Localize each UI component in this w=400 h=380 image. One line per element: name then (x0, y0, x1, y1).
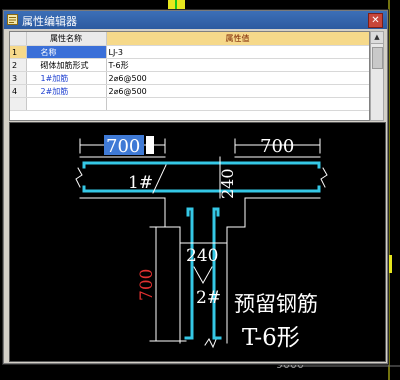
scroll-up-icon: ▲ (374, 33, 380, 41)
scroll-thumb[interactable] (372, 47, 383, 69)
rebar-1-label: 1# (128, 173, 153, 193)
property-value-cell[interactable]: T-6形 (106, 58, 369, 72)
dim-label-stem-thickness: 240 (186, 246, 218, 266)
table-row[interactable]: 2 砌体加筋形式 T-6形 (10, 58, 369, 72)
grid-header-row: 属性名称 属性值 (10, 32, 369, 46)
property-value-cell[interactable]: 2⌀6@500 (106, 84, 369, 98)
rebar-1-top (82, 161, 321, 169)
table-row[interactable] (10, 97, 369, 111)
rebar-2-right (212, 207, 222, 340)
scroll-up-button[interactable]: ▲ (371, 32, 383, 44)
dialog-title: 属性编辑器 (22, 15, 77, 28)
row-index: 4 (10, 84, 27, 98)
property-name-cell[interactable]: 2#加筋 (26, 84, 107, 98)
row-index (10, 97, 27, 111)
dim-label-vertical: 700 (137, 269, 157, 301)
break-mark-left (75, 167, 83, 188)
rebar-drawing: 700 700 240 240 700 1# 2# 预留钢筋 T-6形 (75, 135, 328, 351)
property-editor-icon (7, 14, 18, 25)
close-button[interactable]: ✕ (368, 13, 383, 28)
property-value-cell[interactable] (106, 97, 369, 111)
row-index: 1 (10, 45, 27, 59)
property-name-cell[interactable]: 砌体加筋形式 (26, 58, 107, 72)
property-name-cell[interactable]: 名称 (26, 45, 107, 59)
property-name-cell[interactable] (26, 97, 107, 111)
wall-outline-bottom-left (79, 197, 181, 228)
rebar-preview-panel: 700 700 240 240 700 1# 2# 预留钢筋 T-6形 (9, 122, 386, 362)
rebar-2-label: 2# (196, 288, 221, 308)
leader-bar-2 (193, 266, 213, 285)
rebar-1-bottom (82, 185, 321, 193)
dim-label-top-left[interactable]: 700 (106, 136, 140, 157)
caption-title: 预留钢筋 (234, 292, 318, 316)
close-icon: ✕ (371, 15, 380, 26)
wall-outline-bottom-right (226, 197, 321, 228)
row-index: 2 (10, 58, 27, 72)
property-editor-dialog: 属性编辑器 ✕ 属性名称 属性值 1 名称 LJ-3 2 砌体加筋形式 T-6形 (3, 10, 388, 364)
header-property-value[interactable]: 属性值 (106, 32, 369, 46)
dim-edit-cursor (146, 136, 154, 154)
header-index (10, 32, 27, 46)
leader-bar-1 (152, 164, 167, 194)
table-row[interactable]: 4 2#加筋 2⌀6@500 (10, 84, 369, 98)
property-name-cell[interactable]: 1#加筋 (26, 71, 107, 85)
row-index: 3 (10, 71, 27, 85)
table-row[interactable]: 1 名称 LJ-3 (10, 45, 369, 59)
table-row[interactable]: 3 1#加筋 2⌀6@500 (10, 71, 369, 85)
header-property-name[interactable]: 属性名称 (26, 32, 107, 46)
grid-scrollbar[interactable]: ▲ (370, 31, 384, 121)
dialog-titlebar[interactable]: 属性编辑器 ✕ (4, 11, 387, 29)
break-mark-right (320, 167, 328, 188)
property-grid: 属性名称 属性值 1 名称 LJ-3 2 砌体加筋形式 T-6形 3 1#加筋 … (9, 31, 370, 121)
dim-label-wall-thickness: 240 (218, 168, 237, 199)
property-value-cell[interactable]: 2⌀6@500 (106, 71, 369, 85)
rebar-2-left (184, 207, 194, 340)
caption-type: T-6形 (242, 325, 300, 351)
property-value-cell[interactable]: LJ-3 (106, 45, 369, 59)
dim-label-top-right: 700 (260, 136, 294, 157)
